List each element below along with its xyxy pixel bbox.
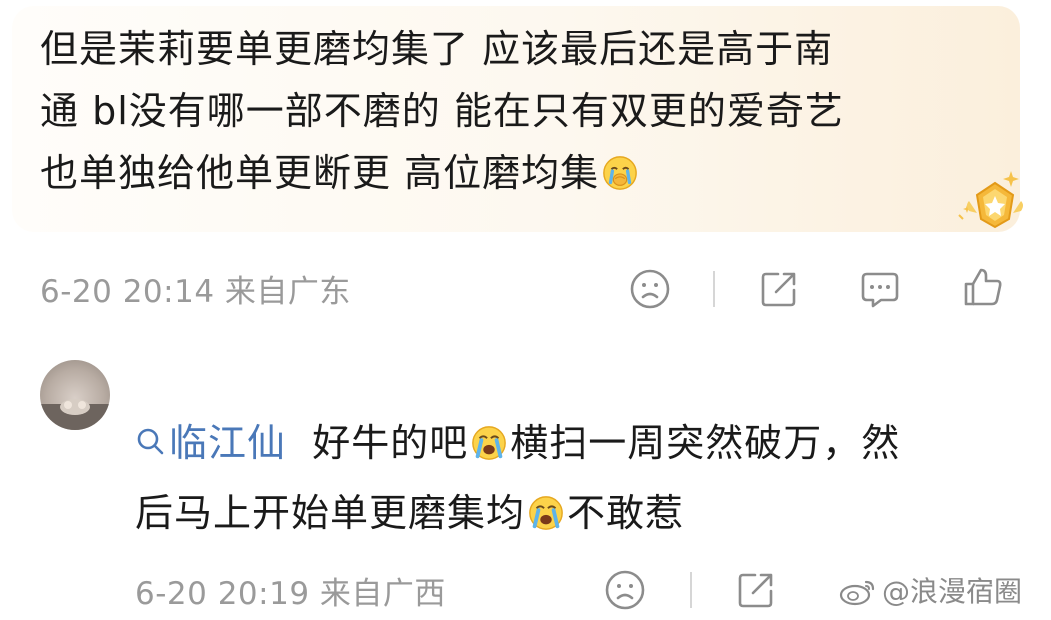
frown-face-icon[interactable] [627,266,673,312]
comment-text-part3: 后马上开始单更磨集均 [135,491,526,535]
comment-time-location: 6-20 20:14 来自广东 [40,274,351,310]
watermark-text: @浪漫宿圈 [882,575,1023,608]
comment-text-part4: 不敢惹 [567,491,685,535]
comment-text-part2: 横扫一周突然破万，然 [510,421,901,465]
avatar[interactable] [40,360,110,430]
loudly-crying-face-emoji-icon [472,426,507,460]
comment-line-2: 通 bl没有哪一部不磨的 能在只有双更的爱奇艺 [40,89,844,133]
weibo-comment-page: 但是茉莉要单更磨均集了 应该最后还是高于南 通 bl没有哪一部不磨的 能在只有双… [0,0,1051,620]
crying-face-emoji-icon [603,156,637,190]
comment-line-1: 临江仙 好牛的吧 横扫一周突然破万，然 [135,408,1015,478]
weibo-watermark: @浪漫宿圈 [838,570,1022,610]
loudly-crying-face-emoji-icon [529,496,563,530]
user-mention-link[interactable]: 临江仙 [135,421,286,465]
gold-star-badge-icon [958,171,1023,229]
comment-bubble-icon[interactable] [857,266,903,312]
weibo-logo-icon [839,580,875,606]
comment-line-3: 也单独给他单更断更 高位磨均集 [40,142,970,204]
mention-username: 临江仙 [169,421,287,465]
comment-line-3-text: 也单独给他单更断更 高位磨均集 [40,151,600,195]
comment-line-2: 后马上开始单更磨集均 不敢惹 [135,478,1015,548]
action-divider [690,572,692,608]
share-box-icon[interactable] [733,567,779,613]
thumbs-up-icon[interactable] [960,264,1006,310]
share-box-icon[interactable] [756,266,802,312]
search-icon [137,428,164,455]
comment-text: 但是茉莉要单更磨均集了 应该最后还是高于南 通 bl没有哪一部不磨的 能在只有双… [40,18,970,204]
comment-line-1: 但是茉莉要单更磨均集了 应该最后还是高于南 [40,27,834,71]
comment-text-part1: 好牛的吧 [312,421,469,465]
comment-time-location: 6-20 20:19 来自广西 [135,576,446,612]
action-divider [713,271,715,307]
frown-face-icon[interactable] [602,567,648,613]
comment-text: 临江仙 好牛的吧 横扫一周突然破万，然 后马上开始单更磨集均 不敢惹 [135,408,1015,548]
